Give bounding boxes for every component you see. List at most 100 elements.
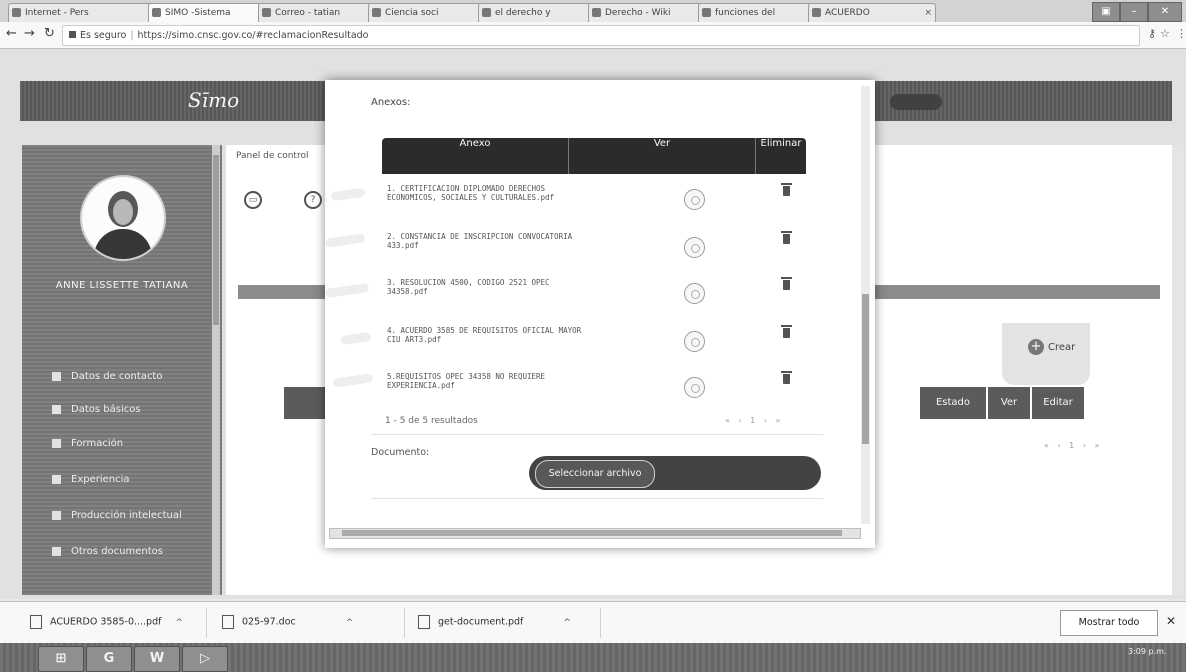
close-tab-icon[interactable]: × (924, 4, 932, 22)
pdf-file-icon (30, 615, 42, 629)
trash-icon[interactable] (781, 277, 792, 290)
browser-tab[interactable]: el derecho y× (478, 3, 604, 22)
page-scrollbar[interactable] (1172, 145, 1184, 595)
sidebar-item-basic-data[interactable]: Datos básicos (52, 401, 141, 419)
anexos-modal: Anexos: Anexo Ver Eliminar 1. CERTIFICAC… (324, 80, 875, 548)
contact-icon (52, 371, 61, 381)
secure-label: Es seguro (80, 30, 127, 41)
pdf-file-icon (418, 615, 430, 629)
anexo-name: 2. CONSTANCIA DE INSCRIPCION CONVOCATORI… (387, 232, 573, 250)
start-button-icon[interactable]: ⊞ (38, 646, 84, 672)
menu-icon[interactable]: ⋮ (1176, 27, 1186, 40)
sidebar: ANNE LISSETTE TATIANA Datos de contacto … (22, 145, 222, 595)
help-icon[interactable]: ? (304, 191, 322, 209)
reload-icon[interactable]: ↻ (44, 26, 55, 41)
view-eye-icon[interactable] (684, 237, 705, 258)
highlighter-mark (324, 282, 370, 299)
table-row: 1. CERTIFICACION DIPLOMADO DERECHOS ECON… (382, 182, 806, 228)
plus-icon: + (1028, 339, 1044, 355)
download-item[interactable]: ACUERDO 3585-0....pdf ^ (30, 615, 183, 629)
key-icon[interactable]: ⚷ (1148, 27, 1156, 40)
sidebar-item-production[interactable]: Producción intelectual (52, 507, 182, 525)
bookmark-star-icon[interactable]: ☆ (1160, 27, 1170, 40)
sidebar-item-contact[interactable]: Datos de contacto (52, 368, 162, 386)
chevron-up-icon[interactable]: ^ (346, 618, 354, 628)
sidebar-item-other-docs[interactable]: Otros documentos (52, 543, 163, 561)
table-row: 3. RESOLUCION 4500, CODIGO 2521 OPEC 343… (382, 276, 806, 322)
url-text: https://simo.cnsc.gov.co/#reclamacionRes… (137, 30, 369, 41)
chevron-up-icon[interactable]: ^ (175, 618, 183, 628)
view-eye-icon[interactable] (684, 377, 705, 398)
download-item[interactable]: 025-97.doc ^ (222, 615, 353, 629)
table-row: 2. CONSTANCIA DE INSCRIPCION CONVOCATORI… (382, 230, 806, 276)
table-header-estado: Estado (920, 387, 986, 419)
browser-tab[interactable]: ACUERDO × (808, 3, 936, 22)
modal-horizontal-scrollbar[interactable] (329, 528, 861, 539)
user-profile-icon[interactable]: ▣ (1092, 2, 1120, 22)
highlighter-mark (332, 373, 374, 388)
crear-button[interactable]: + Crear (1028, 339, 1075, 355)
browser-tab[interactable]: Derecho - Wiki× (588, 3, 714, 22)
chat-icon[interactable]: ▭ (244, 191, 262, 209)
url-input[interactable]: Es seguro | https://simo.cnsc.gov.co/#recl… (62, 25, 1140, 46)
book-icon (52, 510, 61, 520)
table-row: 5.REQUISITOS OPEC 34358 NO REQUIERE EXPE… (382, 370, 806, 416)
lock-icon (69, 31, 76, 38)
doc-file-icon (222, 615, 234, 629)
table-header-editar: Editar (1032, 387, 1084, 419)
header-control[interactable] (890, 94, 942, 110)
username: ANNE LISSETTE TATIANA (55, 280, 189, 291)
avatar (80, 175, 166, 261)
minimize-icon[interactable]: – (1120, 2, 1148, 22)
anexos-table-header: Anexo Ver Eliminar (382, 138, 806, 174)
system-clock: 3:09 p.m. (1128, 647, 1167, 656)
col-anexo: Anexo (459, 138, 491, 149)
view-eye-icon[interactable] (684, 283, 705, 304)
table-header-ver: Ver (988, 387, 1030, 419)
trash-icon[interactable] (781, 183, 792, 196)
browser-tab[interactable]: funciones del× (698, 3, 824, 22)
window-close-icon[interactable]: ✕ (1148, 2, 1182, 22)
word-taskbar-icon[interactable]: W (134, 646, 180, 672)
browser-tabbar: Internet - Pers× SIMO -Sistema× Correo -… (0, 0, 1186, 22)
browser-tab-active[interactable]: SIMO -Sistema× (148, 3, 274, 22)
page-favicon-icon (482, 8, 491, 17)
browser-tab[interactable]: Internet - Pers× (8, 3, 164, 22)
address-bar: ← → ↻ Es seguro | https://simo.cnsc.gov.co… (0, 22, 1186, 49)
wiki-favicon-icon (372, 8, 381, 17)
close-downloads-icon[interactable]: ✕ (1166, 614, 1176, 628)
browser-tab[interactable]: Correo - tatian× (258, 3, 384, 22)
modal-title: Anexos: (371, 97, 411, 108)
show-all-button[interactable]: Mostrar todo (1060, 610, 1158, 636)
google-favicon-icon (702, 8, 711, 17)
trash-icon[interactable] (781, 371, 792, 384)
browser-tab[interactable]: Ciencia soci× (368, 3, 494, 22)
modal-vertical-scrollbar[interactable] (861, 86, 870, 524)
table-pager[interactable]: « ‹ 1 › » (1044, 441, 1102, 450)
download-item[interactable]: get-document.pdf ^ (418, 615, 571, 629)
sidebar-scrollbar[interactable] (212, 145, 220, 595)
trash-icon[interactable] (781, 325, 792, 338)
chrome-taskbar-icon[interactable]: G (86, 646, 132, 672)
select-file-button[interactable]: Seleccionar archivo (535, 460, 655, 488)
view-eye-icon[interactable] (684, 331, 705, 352)
results-count: 1 - 5 de 5 resultados (385, 416, 478, 426)
wiki-favicon-icon (592, 8, 601, 17)
trash-icon[interactable] (781, 231, 792, 244)
highlighter-mark (330, 187, 366, 202)
graduation-icon (52, 438, 61, 448)
downloads-bar: ACUERDO 3585-0....pdf ^ 025-97.doc ^ get-d… (0, 601, 1186, 644)
sidebar-item-education[interactable]: Formación (52, 435, 123, 453)
sidebar-item-experience[interactable]: Experiencia (52, 471, 130, 489)
ie-favicon-icon (12, 8, 21, 17)
view-eye-icon[interactable] (684, 189, 705, 210)
windows-taskbar: ⊞ G W ▷ 3:09 p.m. (0, 643, 1186, 672)
media-taskbar-icon[interactable]: ▷ (182, 646, 228, 672)
chevron-up-icon[interactable]: ^ (563, 618, 571, 628)
table-header-left (284, 387, 326, 419)
modal-pager[interactable]: « ‹ 1 › » (725, 416, 783, 425)
forward-arrow-icon[interactable]: → (24, 26, 35, 41)
back-arrow-icon[interactable]: ← (6, 26, 17, 41)
doc-favicon-icon (812, 8, 821, 17)
highlighter-mark (340, 331, 372, 346)
